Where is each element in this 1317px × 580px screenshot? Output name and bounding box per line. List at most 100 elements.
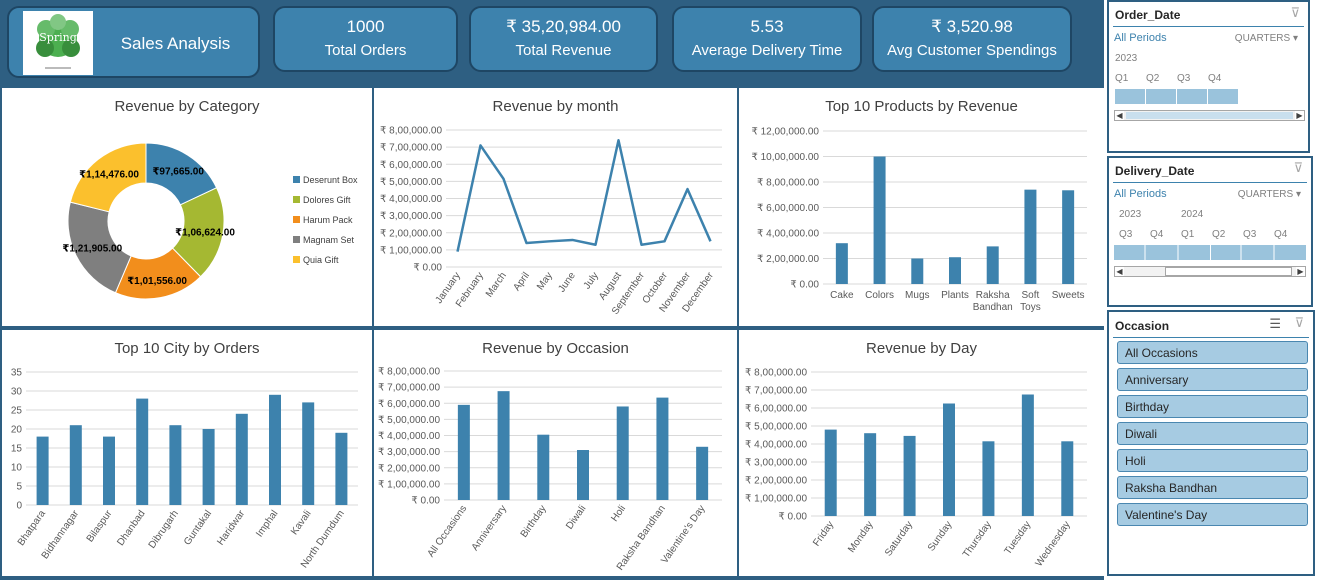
all-periods-link[interactable]: All Periods bbox=[1114, 188, 1167, 200]
timeline-scrollbar[interactable]: ◀ ▶ bbox=[1114, 110, 1305, 121]
occasion-item[interactable]: Raksha Bandhan bbox=[1117, 476, 1308, 499]
x-tick-label: Monday bbox=[846, 519, 875, 554]
bar bbox=[835, 243, 848, 284]
occasion-item[interactable]: Diwali bbox=[1117, 422, 1308, 445]
kpi-value: 5.53 bbox=[750, 17, 784, 36]
scroll-thumb[interactable] bbox=[1165, 267, 1292, 276]
clear-filter-icon[interactable]: ⊽ bbox=[1290, 5, 1300, 21]
quarter-label: Q4 bbox=[1274, 229, 1288, 240]
slicer-divider bbox=[1113, 182, 1307, 183]
top-cities-chart: 05101520253035BhatparaBidhannagar Bilaspu… bbox=[11, 368, 358, 570]
y-tick-label: 10 bbox=[11, 463, 23, 474]
y-tick-label: ₹ 8,00,000.00 bbox=[745, 368, 807, 379]
chevron-down-icon: ▾ bbox=[1295, 189, 1301, 200]
legend-swatch bbox=[293, 216, 300, 223]
bar bbox=[1061, 441, 1074, 516]
time-level-dropdown[interactable]: QUARTERS ▾ bbox=[1238, 189, 1301, 200]
slicer-divider bbox=[1113, 337, 1309, 338]
bar bbox=[949, 257, 961, 284]
scroll-thumb[interactable] bbox=[1126, 112, 1293, 119]
timeline-scrollbar[interactable]: ◀ ▶ bbox=[1114, 266, 1306, 277]
panel-revenue-by-month[interactable]: Revenue by month ₹ 0.00 ₹ 1,00,000.00 ₹ 2,… bbox=[374, 88, 737, 326]
quarter-label: Q3 bbox=[1119, 229, 1133, 240]
slicer-divider bbox=[1113, 26, 1304, 27]
x-tick-label: Diwali bbox=[564, 503, 588, 531]
bar bbox=[69, 425, 82, 505]
occasion-item[interactable]: All Occasions bbox=[1117, 341, 1308, 364]
slicer-order-date[interactable]: Order_Date ⊽ All Periods QUARTERS ▾ 2023… bbox=[1107, 0, 1310, 153]
bar bbox=[457, 404, 470, 500]
occasion-item[interactable]: Valentine's Day bbox=[1117, 503, 1308, 526]
occasion-item[interactable]: Holi bbox=[1117, 449, 1308, 472]
bar bbox=[616, 406, 629, 500]
panel-revenue-by-day[interactable]: Revenue by Day ₹ 0.00 ₹ 1,00,000.00 ₹ 2,00… bbox=[739, 330, 1104, 576]
occasion-item[interactable]: Anniversary bbox=[1117, 368, 1308, 391]
revenue-by-day-chart: ₹ 0.00 ₹ 1,00,000.00 ₹ 2,00,000.00 ₹ 3,00,0… bbox=[745, 368, 1087, 569]
data-label: ₹97,665.00 bbox=[152, 166, 204, 177]
kpi-label: Avg Customer Spendings bbox=[887, 42, 1057, 59]
panel-top-products[interactable]: Top 10 Products by Revenue ₹ 0.00 ₹ 2,00,… bbox=[739, 88, 1104, 326]
panel-revenue-by-occasion[interactable]: Revenue by Occasion ₹ 0.00 ₹ 1,00,000.00 ₹… bbox=[374, 330, 737, 576]
series-line bbox=[456, 139, 712, 252]
quarter-label: Q4 bbox=[1208, 73, 1222, 84]
bar bbox=[864, 433, 877, 516]
scroll-right-icon[interactable]: ▶ bbox=[1296, 267, 1305, 276]
panel-revenue-by-category[interactable]: Revenue by Category ₹97,665.00 ₹1,06,624.… bbox=[2, 88, 372, 326]
y-tick-label: 35 bbox=[11, 368, 23, 379]
timeline-bar[interactable] bbox=[1145, 89, 1176, 104]
bar bbox=[235, 413, 248, 505]
scroll-left-icon[interactable]: ◀ bbox=[1115, 111, 1124, 120]
bar bbox=[136, 398, 149, 505]
timeline-bar[interactable] bbox=[1207, 89, 1238, 104]
y-tick-label: ₹ 7,00,000.00 bbox=[745, 386, 807, 397]
x-tick-label: Sunday bbox=[926, 519, 954, 553]
y-tick-label: ₹ 8,00,000.00 bbox=[380, 126, 442, 137]
x-tick-label: Toys bbox=[1020, 302, 1041, 313]
legend-label: Deserunt Box bbox=[303, 175, 358, 185]
y-tick-label: ₹ 2,00,000.00 bbox=[757, 254, 819, 265]
clear-filter-icon[interactable]: ⊽ bbox=[1294, 315, 1304, 331]
y-tick-label: ₹ 6,00,000.00 bbox=[757, 203, 819, 214]
y-tick-label: ₹ 7,00,000.00 bbox=[378, 383, 440, 394]
bar bbox=[577, 450, 589, 500]
title-card: Spring Sales Analysis bbox=[7, 6, 260, 78]
clear-filter-icon[interactable]: ⊽ bbox=[1293, 160, 1303, 176]
y-tick-label: ₹ 4,00,000.00 bbox=[757, 229, 819, 240]
slicer-delivery-date[interactable]: Delivery_Date ⊽ All Periods QUARTERS ▾ 2… bbox=[1107, 156, 1313, 307]
timeline-bar[interactable] bbox=[1114, 245, 1306, 260]
time-level-dropdown[interactable]: QUARTERS ▾ bbox=[1235, 33, 1298, 44]
slicer-occasion[interactable]: Occasion ☰ ⊽ All Occasions Anniversary B… bbox=[1107, 310, 1315, 576]
kpi-value: 1000 bbox=[346, 17, 385, 36]
y-tick-label: ₹ 1,00,000.00 bbox=[745, 494, 807, 505]
quarter-label: Q1 bbox=[1115, 73, 1129, 84]
bar bbox=[103, 436, 115, 505]
x-tick-label: May bbox=[535, 270, 555, 292]
x-tick-label: Mugs bbox=[905, 290, 929, 301]
bar bbox=[302, 402, 315, 505]
timeline-bar[interactable] bbox=[1114, 89, 1145, 104]
x-tick-label: Tuesday bbox=[1003, 519, 1034, 556]
kpi-label: Total Orders bbox=[324, 42, 407, 59]
quarter-label: Q3 bbox=[1177, 73, 1191, 84]
scroll-right-icon[interactable]: ▶ bbox=[1295, 111, 1304, 120]
x-tick-label: Saturday bbox=[883, 519, 915, 558]
timeline-bar[interactable] bbox=[1176, 89, 1207, 104]
panel-top-cities[interactable]: Top 10 City by Orders 0 5 10 15 20 25 30 35 Bhat… bbox=[2, 330, 372, 576]
multi-select-icon[interactable]: ☰ bbox=[1269, 316, 1281, 332]
y-tick-label: ₹ 7,00,000.00 bbox=[380, 143, 442, 154]
data-label: ₹1,14,476.00 bbox=[79, 170, 139, 181]
x-tick-label: March bbox=[484, 270, 509, 299]
x-tick-label: Haridwar bbox=[215, 508, 247, 548]
x-tick-label: Sweets bbox=[1052, 290, 1085, 301]
x-tick-label: Soft bbox=[1022, 290, 1040, 301]
y-tick-label: ₹ 2,00,000.00 bbox=[378, 463, 440, 474]
y-tick-label: 0 bbox=[16, 501, 22, 512]
occasion-item[interactable]: Birthday bbox=[1117, 395, 1308, 418]
top-products-chart: ₹ 0.00 ₹ 2,00,000.00 ₹ 4,00,000.00 ₹ 6,00,0… bbox=[751, 127, 1087, 313]
bar bbox=[169, 425, 182, 505]
bar bbox=[202, 429, 215, 505]
data-label: ₹1,06,624.00 bbox=[175, 228, 235, 239]
x-tick-label: Bandhan bbox=[973, 302, 1013, 313]
all-periods-link[interactable]: All Periods bbox=[1114, 32, 1167, 44]
scroll-left-icon[interactable]: ◀ bbox=[1115, 267, 1124, 276]
